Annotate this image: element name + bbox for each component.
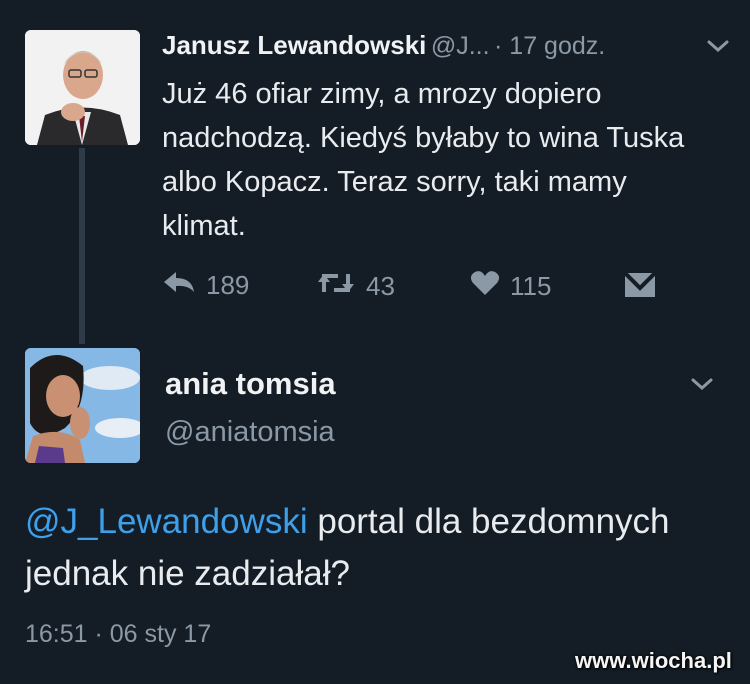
- retweet-icon: [316, 270, 356, 303]
- thread-connector-line: [79, 148, 85, 344]
- chevron-down-icon[interactable]: [706, 34, 730, 60]
- avatar[interactable]: [25, 348, 140, 463]
- author-name[interactable]: Janusz Lewandowski: [162, 30, 426, 60]
- tweet-time[interactable]: · 17 godz.: [494, 32, 605, 60]
- tweet-timestamp[interactable]: 16:51 · 06 sty 17: [25, 620, 211, 649]
- reply-icon: [162, 270, 196, 301]
- retweet-button[interactable]: 43: [316, 270, 395, 303]
- watermark: www.wiocha.pl: [575, 648, 732, 673]
- reply-count: 189: [206, 270, 250, 300]
- author-handle[interactable]: @J...: [431, 32, 490, 60]
- heart-icon: [470, 270, 500, 303]
- tweet-text: @J_Lewandowski portal dla bezdomnych jed…: [25, 496, 725, 600]
- dm-icon: [623, 271, 657, 305]
- chevron-down-icon[interactable]: [690, 372, 714, 398]
- portrait-photo: [25, 348, 140, 463]
- tweet-text: Już 46 ofiar zimy, a mrozy dopiero nadch…: [162, 78, 685, 242]
- author-name[interactable]: ania tomsia: [165, 366, 336, 402]
- like-count: 115: [510, 271, 552, 301]
- author-handle[interactable]: @aniatomsia: [165, 416, 335, 449]
- retweet-count: 43: [366, 271, 395, 301]
- avatar[interactable]: [25, 30, 140, 145]
- direct-message-button[interactable]: [623, 271, 657, 305]
- portrait-photo: [25, 30, 140, 145]
- mention-link[interactable]: @J_Lewandowski: [25, 502, 308, 541]
- tweet-header: Janusz Lewandowski @J... · 17 godz.: [162, 30, 605, 61]
- like-button[interactable]: 115: [470, 270, 551, 303]
- reply-button[interactable]: 189: [162, 270, 249, 301]
